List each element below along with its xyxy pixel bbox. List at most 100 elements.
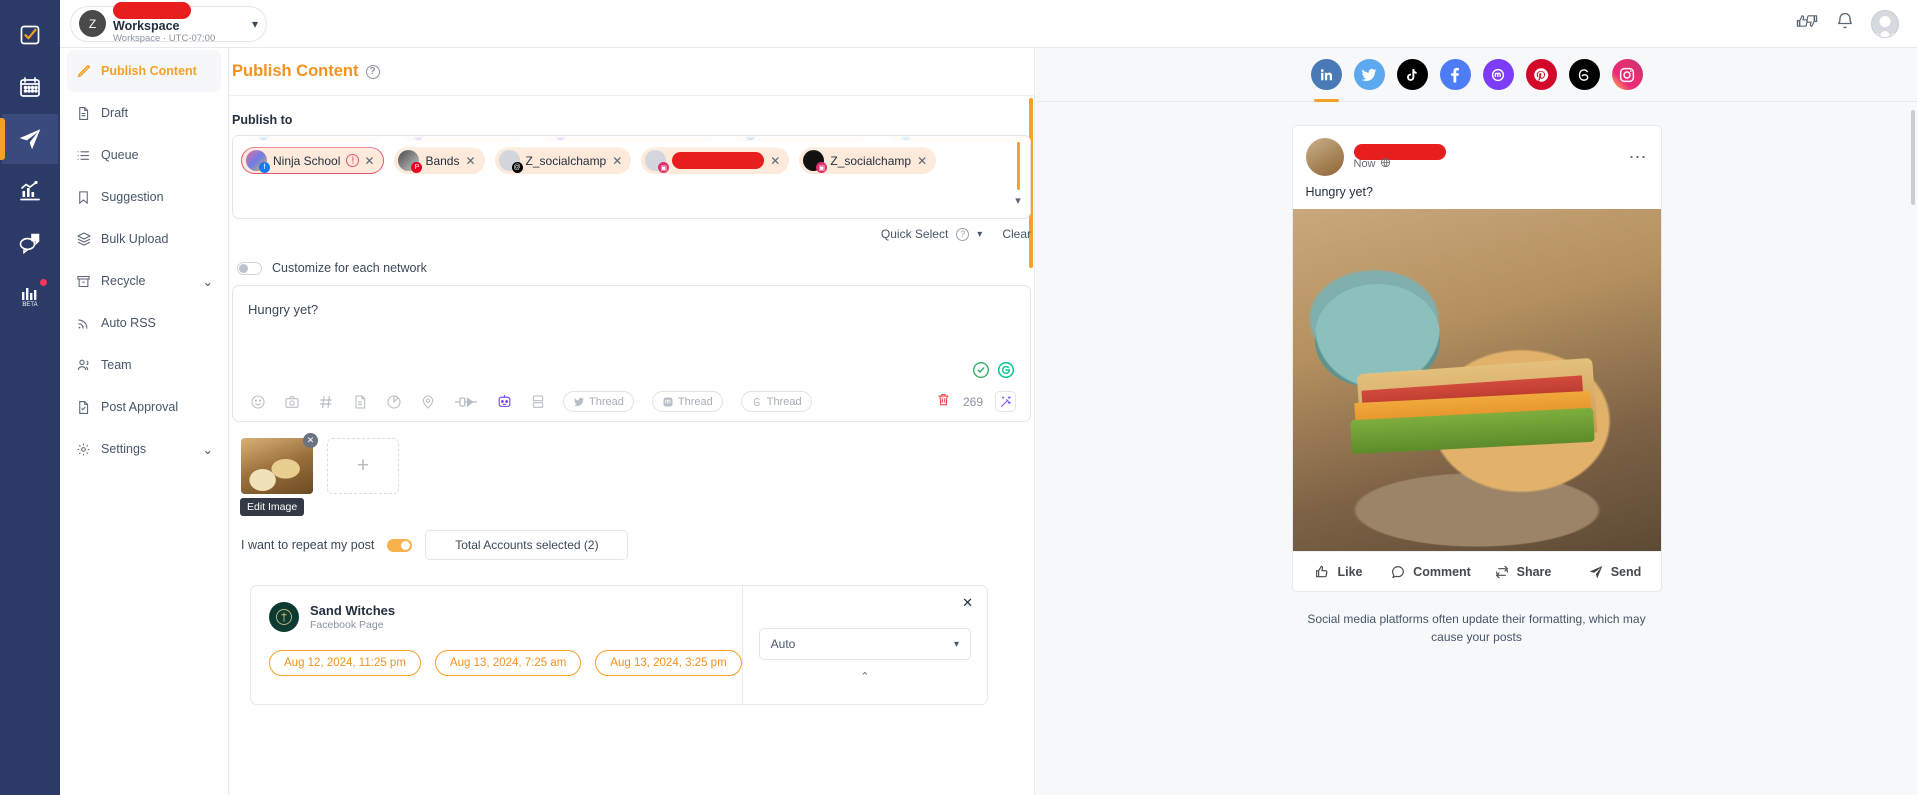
tab-instagram[interactable] [1611,59,1643,90]
reports-beta-rail-icon[interactable]: BETA [2,270,58,320]
repeat-mode-select[interactable]: Auto ▾ [758,628,971,660]
carousel-icon[interactable] [531,394,545,410]
account-chip[interactable]: t [883,136,1030,141]
account-chip-z-socialchamp-threads[interactable]: @ Z_socialchamp ✕ [494,147,632,174]
remove-account-icon[interactable]: ✕ [364,154,374,168]
tab-linkedin[interactable] [1310,59,1342,102]
remove-account-icon[interactable]: ✕ [465,154,475,168]
sidebar-item-bulk-upload[interactable]: Bulk Upload [67,218,221,260]
repeat-post-toggle[interactable] [387,538,413,552]
help-icon[interactable]: ? [365,64,380,79]
customize-toggle[interactable] [237,261,262,275]
sidebar-item-team[interactable]: Team [67,344,221,386]
warning-icon[interactable]: ! [346,154,360,167]
composer-textarea[interactable]: Hungry yet? [233,286,1030,362]
repeat-post-row: I want to repeat my post Total Accounts … [241,530,1031,560]
account-chip[interactable]: in [728,136,873,141]
account-chip-redacted[interactable]: ▣ ✕ [641,147,790,174]
camera-icon[interactable] [284,394,300,410]
sidebar-item-settings[interactable]: Settings ⌄ [67,428,221,470]
hashtag-icon[interactable] [318,394,334,410]
date-pill[interactable]: Aug 13, 2024, 3:25 pm [595,650,742,676]
account-chip-z-socialchamp-instagram[interactable]: ▣ Z_socialchamp ✕ [799,147,937,174]
panel-header: Publish Content ? [229,48,1034,96]
tab-facebook[interactable] [1439,59,1471,90]
help-icon[interactable]: ? [956,227,970,241]
date-pill[interactable]: Aug 12, 2024, 11:25 pm [269,650,421,676]
workspace-picker[interactable]: Z Workspace Workspace · UTC-07:00 ▾ [70,2,267,44]
accounts-scrollbar[interactable]: ▾ [1012,142,1024,212]
link-plug-icon[interactable] [454,394,478,410]
twitter-thread-button[interactable]: Thread [563,391,634,412]
account-chip-ninja-school[interactable]: f Ninja School ! ✕ [241,147,385,174]
clear-button[interactable]: Clear [1002,227,1031,241]
close-icon[interactable]: ✕ [962,595,973,611]
compose-rail-icon[interactable] [2,10,58,60]
more-options-icon[interactable]: ⋯ [1629,147,1648,168]
account-chip[interactable]: m [538,136,718,141]
tab-mastodon[interactable] [1482,59,1514,90]
file-icon[interactable] [352,394,368,410]
sidebar-item-post-approval[interactable]: Post Approval [67,386,221,428]
sidebar-item-publish-content[interactable]: Publish Content [67,50,221,92]
grammarly-icon[interactable] [998,362,1014,378]
chevron-down-icon[interactable]: ⌄ [203,442,213,457]
remove-media-icon[interactable]: ✕ [303,433,318,448]
avatar: m [400,136,424,140]
magic-wand-icon[interactable] [995,391,1016,412]
mastodon-thread-button[interactable]: Thread [651,391,723,412]
sidebar-item-recycle[interactable]: Recycle ⌄ [67,260,221,302]
analytics-rail-icon[interactable] [2,166,58,216]
ai-robot-icon[interactable] [496,393,513,410]
scrollbar-thumb[interactable] [1016,142,1020,190]
date-pill[interactable]: Aug 13, 2024, 7:25 am [434,650,582,676]
chevron-down-icon[interactable]: ▾ [977,229,982,240]
tab-pinterest[interactable] [1525,59,1557,90]
edit-image-tooltip[interactable]: Edit Image [240,498,305,516]
avatar[interactable] [1871,9,1899,38]
sidebar-item-auto-rss[interactable]: Auto RSS [67,302,221,344]
thumbs-up-down-icon[interactable] [1795,12,1819,35]
trash-icon[interactable] [936,392,951,412]
sidebar-item-draft[interactable]: Draft [67,92,221,134]
avatar [269,602,299,632]
chevron-down-icon[interactable]: ⌄ [203,274,213,289]
location-pin-icon[interactable] [420,394,436,410]
share-button[interactable]: Share [1477,564,1569,580]
quick-select-button[interactable]: Quick Select [881,227,948,241]
chevron-down-icon[interactable]: ▾ [1015,194,1021,207]
emoji-icon[interactable] [250,394,266,410]
send-button[interactable]: Send [1569,564,1661,580]
account-chip[interactable]: m [396,136,528,141]
avatar: f [245,136,269,140]
post-preview-image [1292,209,1661,551]
composer[interactable]: Hungry yet? Thread Thread Thread 269 [232,285,1031,422]
tab-tiktok[interactable] [1396,59,1428,90]
grammar-check-icon[interactable] [973,362,989,378]
chevron-down-icon[interactable]: ▾ [252,17,258,31]
notification-bell-icon[interactable] [1835,11,1855,36]
chevron-up-icon[interactable]: ⌃ [759,670,971,683]
calendar-rail-icon[interactable] [2,62,58,112]
account-chip-bands[interactable]: P Bands ✕ [394,147,485,174]
total-accounts-button[interactable]: Total Accounts selected (2) [425,530,629,560]
tab-twitter[interactable] [1353,59,1385,90]
sidebar-item-queue[interactable]: Queue [67,134,221,176]
remove-account-icon[interactable]: ✕ [770,154,780,168]
threads-thread-button[interactable]: Thread [740,391,812,412]
accounts-selector[interactable]: f m m in t [232,135,1031,219]
add-media-button[interactable]: + [327,438,399,494]
preview-scrollbar[interactable] [1911,110,1915,205]
like-button[interactable]: Like [1293,564,1385,580]
remove-account-icon[interactable]: ✕ [612,154,622,168]
account-chip[interactable]: f [241,136,386,141]
comment-button[interactable]: Comment [1385,564,1477,580]
pie-chart-icon[interactable] [386,394,402,410]
remove-account-icon[interactable]: ✕ [917,154,927,168]
publish-rail-icon[interactable] [0,114,58,164]
chevron-down-icon[interactable]: ▾ [954,639,959,650]
media-thumbnail[interactable]: ✕ Edit Image [240,433,318,516]
inbox-rail-icon[interactable] [2,218,58,268]
sidebar-item-suggestion[interactable]: Suggestion [67,176,221,218]
tab-threads[interactable] [1568,59,1600,90]
